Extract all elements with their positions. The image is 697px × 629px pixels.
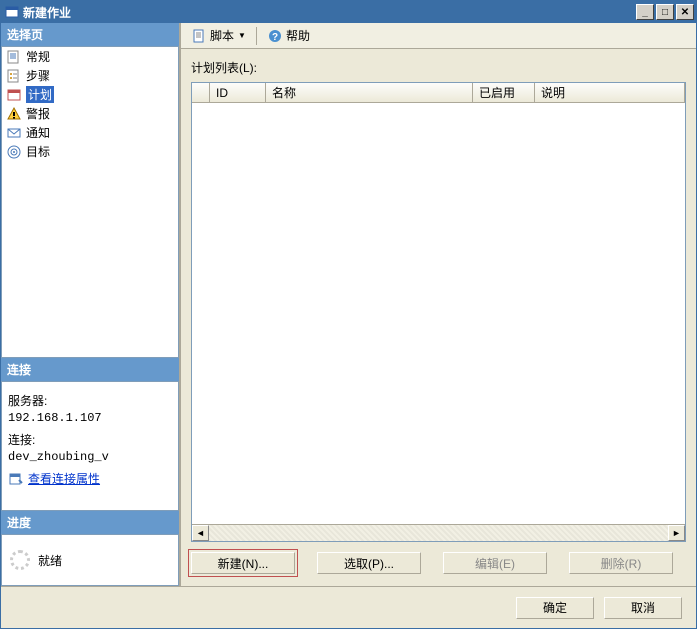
window-body: 选择页 常规 步骤 计划 警报 xyxy=(1,23,696,586)
grid-header: ID 名称 已启用 说明 xyxy=(192,83,685,103)
right-column: 脚本 ▼ ? 帮助 计划列表(L): ID 名称 已启用 xyxy=(179,23,696,586)
help-button[interactable]: ? 帮助 xyxy=(263,25,314,46)
page-label: 通知 xyxy=(26,124,50,141)
page-item-steps[interactable]: 步骤 xyxy=(2,66,178,85)
page-icon xyxy=(6,125,22,141)
footer: 确定 取消 xyxy=(1,586,696,628)
page-label: 目标 xyxy=(26,143,50,160)
scroll-left-button[interactable]: ◄ xyxy=(192,525,209,541)
conn-value: dev_zhoubing_v xyxy=(8,450,172,464)
page-icon xyxy=(6,68,22,84)
view-connection-properties-link[interactable]: 查看连接属性 xyxy=(28,470,100,487)
script-icon xyxy=(191,28,207,44)
page-item-schedule[interactable]: 计划 xyxy=(2,85,178,104)
grid-header-rowselector[interactable] xyxy=(192,83,210,102)
page-label: 警报 xyxy=(26,105,50,122)
server-value: 192.168.1.107 xyxy=(8,411,172,425)
schedule-list-label: 计划列表(L): xyxy=(191,59,686,76)
window-root: 新建作业 _ □ ✕ 选择页 常规 步骤 计划 xyxy=(0,0,697,629)
select-page-list[interactable]: 常规 步骤 计划 警报 通知 xyxy=(1,46,179,358)
script-button[interactable]: 脚本 ▼ xyxy=(187,25,250,46)
page-icon xyxy=(6,106,22,122)
server-label: 服务器: xyxy=(8,392,172,409)
conn-label: 连接: xyxy=(8,431,172,448)
ok-button[interactable]: 确定 xyxy=(516,597,594,619)
grid-horizontal-scrollbar[interactable]: ◄ ► xyxy=(192,524,685,541)
chevron-down-icon: ▼ xyxy=(238,31,246,40)
delete-button[interactable]: 删除(R) xyxy=(569,552,673,574)
view-props-row: 查看连接属性 xyxy=(8,470,172,487)
titlebar[interactable]: 新建作业 _ □ ✕ xyxy=(1,1,696,23)
left-column: 选择页 常规 步骤 计划 警报 xyxy=(1,23,179,586)
page-icon xyxy=(6,87,22,103)
progress-panel: 就绪 xyxy=(1,534,179,586)
grid-header-name[interactable]: 名称 xyxy=(266,83,473,102)
cancel-button[interactable]: 取消 xyxy=(604,597,682,619)
new-button[interactable]: 新建(N)... xyxy=(191,552,295,574)
page-item-general[interactable]: 常规 xyxy=(2,47,178,66)
select-page-header: 选择页 xyxy=(1,23,179,46)
page-label: 计划 xyxy=(26,86,54,103)
grid-body[interactable] xyxy=(192,103,685,524)
progress-status: 就绪 xyxy=(38,552,62,569)
page-label: 常规 xyxy=(26,48,50,65)
page-icon xyxy=(6,49,22,65)
close-button[interactable]: ✕ xyxy=(676,4,694,20)
progress-spinner-icon xyxy=(10,550,30,570)
maximize-button[interactable]: □ xyxy=(656,4,674,20)
help-label: 帮助 xyxy=(286,27,310,44)
action-button-row: 新建(N)... 选取(P)... 编辑(E) 删除(R) xyxy=(191,542,686,578)
script-label: 脚本 xyxy=(210,27,234,44)
window-title: 新建作业 xyxy=(23,4,636,21)
scroll-right-button[interactable]: ► xyxy=(668,525,685,541)
grid-header-enabled[interactable]: 已启用 xyxy=(473,83,535,102)
progress-header: 进度 xyxy=(1,511,179,534)
grid-header-desc[interactable]: 说明 xyxy=(535,83,685,102)
page-icon xyxy=(6,144,22,160)
page-label: 步骤 xyxy=(26,67,50,84)
help-icon: ? xyxy=(267,28,283,44)
window-controls: _ □ ✕ xyxy=(636,4,694,20)
grid-header-id[interactable]: ID xyxy=(210,83,266,102)
page-item-targets[interactable]: 目标 xyxy=(2,142,178,161)
highlight-frame: 新建(N)... xyxy=(188,549,298,577)
page-item-alerts[interactable]: 警报 xyxy=(2,104,178,123)
svg-text:?: ? xyxy=(272,32,278,43)
toolbar: 脚本 ▼ ? 帮助 xyxy=(181,23,696,49)
content-area: 计划列表(L): ID 名称 已启用 说明 ◄ ► xyxy=(181,49,696,586)
app-icon xyxy=(5,5,19,19)
toolbar-separator xyxy=(256,27,257,45)
connection-header: 连接 xyxy=(1,358,179,381)
pick-button[interactable]: 选取(P)... xyxy=(317,552,421,574)
edit-button[interactable]: 编辑(E) xyxy=(443,552,547,574)
schedule-grid[interactable]: ID 名称 已启用 说明 ◄ ► xyxy=(191,82,686,542)
page-item-notify[interactable]: 通知 xyxy=(2,123,178,142)
scroll-track[interactable] xyxy=(209,525,668,541)
minimize-button[interactable]: _ xyxy=(636,4,654,20)
properties-icon xyxy=(8,471,24,487)
connection-panel: 服务器: 192.168.1.107 连接: dev_zhoubing_v 查看… xyxy=(1,381,179,511)
